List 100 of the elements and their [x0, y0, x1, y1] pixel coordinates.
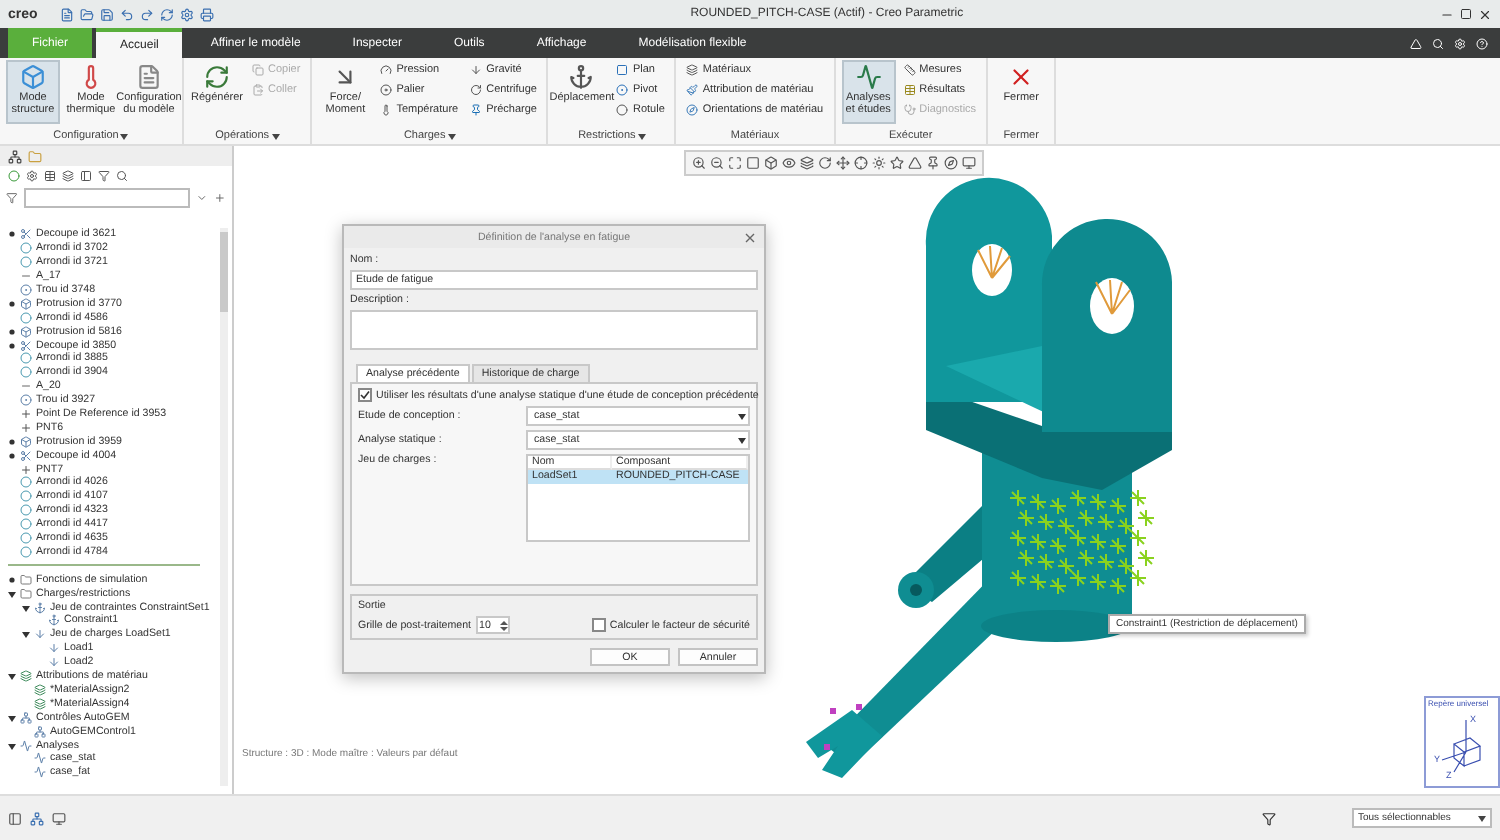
- datum-point-icon: [20, 463, 32, 476]
- protrusion-feature-icon: [20, 325, 32, 338]
- panel-icon: [80, 170, 92, 182]
- rotate-icon[interactable]: [818, 156, 832, 170]
- fit-icon[interactable]: [728, 156, 742, 170]
- pin-icon[interactable]: [926, 156, 940, 170]
- maximize-icon[interactable]: [1460, 8, 1472, 20]
- gauge-icon: [380, 63, 393, 75]
- expand-toggle[interactable]: [8, 228, 16, 241]
- close-icon: [1008, 64, 1035, 90]
- expand-toggle[interactable]: [8, 325, 16, 338]
- collapse-toggle[interactable]: [8, 587, 16, 600]
- collapse-toggle[interactable]: [8, 670, 16, 683]
- checkbox[interactable]: [591, 618, 606, 632]
- rotate-icon: [470, 83, 483, 95]
- arrow-down-icon: [470, 63, 483, 75]
- open-folder-icon: [79, 7, 94, 21]
- round-feature-icon: [20, 311, 32, 324]
- pivot-icon: [616, 83, 629, 95]
- layers-icon: [62, 170, 74, 182]
- paste-icon: [252, 83, 264, 95]
- filter-field[interactable]: [23, 188, 191, 208]
- model-tree-icon[interactable]: [8, 149, 22, 163]
- undo-icon: [119, 7, 134, 21]
- close-button[interactable]: [744, 232, 756, 244]
- close-icon[interactable]: [1478, 7, 1492, 21]
- print-icon: [199, 7, 214, 21]
- filter-icon: [98, 170, 110, 182]
- collapse-toggle[interactable]: [8, 711, 16, 724]
- axes-drawing: [1441, 719, 1482, 773]
- eye-icon[interactable]: [782, 156, 796, 170]
- disc-icon: [380, 83, 393, 95]
- checkbox[interactable]: [358, 388, 372, 402]
- columns-icon: [44, 170, 56, 182]
- collapse-toggle[interactable]: [22, 601, 30, 614]
- expand-toggle[interactable]: [8, 339, 16, 352]
- cube-icon[interactable]: [764, 156, 778, 170]
- move-icon[interactable]: [836, 156, 850, 170]
- zoom-out-icon[interactable]: [710, 156, 724, 170]
- caret-icon: [1478, 815, 1486, 821]
- copy-icon: [252, 63, 264, 75]
- settings-icon: [26, 170, 38, 182]
- hole-feature-icon: [20, 394, 32, 407]
- stethoscope-icon: [903, 103, 916, 115]
- protrusion-feature-icon: [20, 435, 32, 448]
- help-icon[interactable]: [1476, 37, 1488, 49]
- filter-icon[interactable]: [1262, 811, 1276, 825]
- display-icon[interactable]: [962, 156, 976, 170]
- spinner-arrows-icon[interactable]: [499, 619, 508, 631]
- plane-icon: [616, 63, 629, 75]
- caret-icon: [738, 413, 746, 419]
- axis-icon: [20, 380, 32, 393]
- status-icon: [8, 170, 20, 182]
- description-field[interactable]: [350, 310, 758, 350]
- brush-icon: [686, 83, 699, 95]
- redo-icon: [139, 7, 154, 21]
- anchor-icon: [568, 64, 595, 90]
- ruler-icon: [903, 63, 916, 75]
- search-icon[interactable]: [1432, 37, 1444, 49]
- triangle-icon[interactable]: [908, 156, 922, 170]
- filter-icon: [6, 192, 18, 204]
- document-icon: [136, 64, 162, 90]
- search-icon: [116, 170, 128, 182]
- cut-feature-icon: [20, 228, 32, 241]
- refresh-icon: [204, 64, 230, 90]
- display-icon[interactable]: [52, 811, 66, 825]
- axis-icon: [20, 270, 32, 283]
- collapse-toggle[interactable]: [22, 628, 30, 641]
- ball-icon: [616, 103, 629, 115]
- cut-feature-icon: [20, 339, 32, 352]
- star-icon[interactable]: [890, 156, 904, 170]
- thermometer-icon: [380, 103, 393, 115]
- hole-feature-icon: [20, 284, 32, 296]
- light-icon[interactable]: [872, 156, 886, 170]
- settings-icon: [179, 7, 194, 21]
- protrusion-feature-icon: [20, 297, 32, 310]
- new-file-icon: [59, 7, 74, 21]
- chart-icon: [855, 64, 882, 90]
- expand-toggle[interactable]: [8, 573, 16, 586]
- settings-icon[interactable]: [1454, 37, 1466, 49]
- table-icon: [903, 83, 916, 95]
- collapse-toggle[interactable]: [8, 739, 16, 751]
- expand-toggle[interactable]: [8, 297, 16, 310]
- layers-icon[interactable]: [800, 156, 814, 170]
- add-icon[interactable]: [214, 192, 226, 204]
- expand-toggle[interactable]: [8, 435, 16, 448]
- compass-icon[interactable]: [944, 156, 958, 170]
- save-icon: [99, 7, 114, 21]
- panel-icon[interactable]: [8, 811, 22, 825]
- model-tree-icon[interactable]: [30, 811, 44, 825]
- layers-icon: [686, 63, 699, 75]
- expand-toggle[interactable]: [8, 449, 16, 462]
- caret-icon: [738, 437, 746, 443]
- crosshair-icon[interactable]: [854, 156, 868, 170]
- cut-feature-icon: [20, 449, 32, 462]
- zoom-in-icon[interactable]: [692, 156, 706, 170]
- compass-icon: [686, 103, 699, 115]
- pin-icon: [470, 103, 483, 115]
- cube-icon: [20, 64, 46, 90]
- regenerate-icon: [159, 7, 174, 21]
